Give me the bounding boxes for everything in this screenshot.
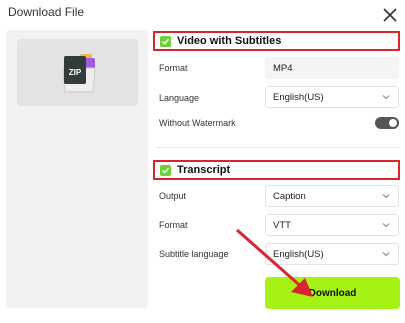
section-divider — [156, 147, 399, 148]
format-label: Format — [159, 63, 188, 73]
check-icon — [161, 38, 170, 45]
language-select[interactable]: English(US) — [265, 86, 399, 108]
zip-label: ZIP — [69, 68, 82, 77]
chevron-down-icon — [382, 223, 390, 228]
watermark-toggle[interactable] — [375, 117, 399, 129]
transcript-format-label: Format — [159, 220, 188, 230]
check-icon — [161, 167, 170, 174]
output-label: Output — [159, 191, 187, 201]
video-section-label: Video with Subtitles — [177, 35, 282, 47]
subtitle-language-label: Subtitle language — [159, 249, 229, 259]
annotation-arrow — [236, 228, 313, 297]
video-format-field: MP4 — [265, 57, 399, 79]
transcript-checkbox[interactable] — [160, 164, 171, 176]
language-value: English(US) — [273, 91, 324, 103]
watermark-label: Without Watermark — [159, 118, 236, 128]
transcript-section-label: Transcript — [177, 164, 231, 176]
close-icon[interactable] — [382, 7, 398, 23]
dialog-title: Download File — [8, 5, 85, 19]
output-value: Caption — [273, 190, 306, 202]
video-section-header[interactable]: Video with Subtitles — [153, 31, 400, 51]
video-checkbox[interactable] — [160, 35, 171, 47]
zip-file-icon: ZIP — [62, 54, 96, 93]
output-select[interactable]: Caption — [265, 185, 399, 207]
transcript-section-header[interactable]: Transcript — [153, 160, 400, 180]
language-label: Language — [159, 93, 200, 103]
chevron-down-icon — [382, 252, 390, 257]
video-format-value: MP4 — [273, 62, 293, 74]
chevron-down-icon — [382, 95, 390, 100]
chevron-down-icon — [382, 194, 390, 199]
toggle-knob — [389, 119, 397, 127]
